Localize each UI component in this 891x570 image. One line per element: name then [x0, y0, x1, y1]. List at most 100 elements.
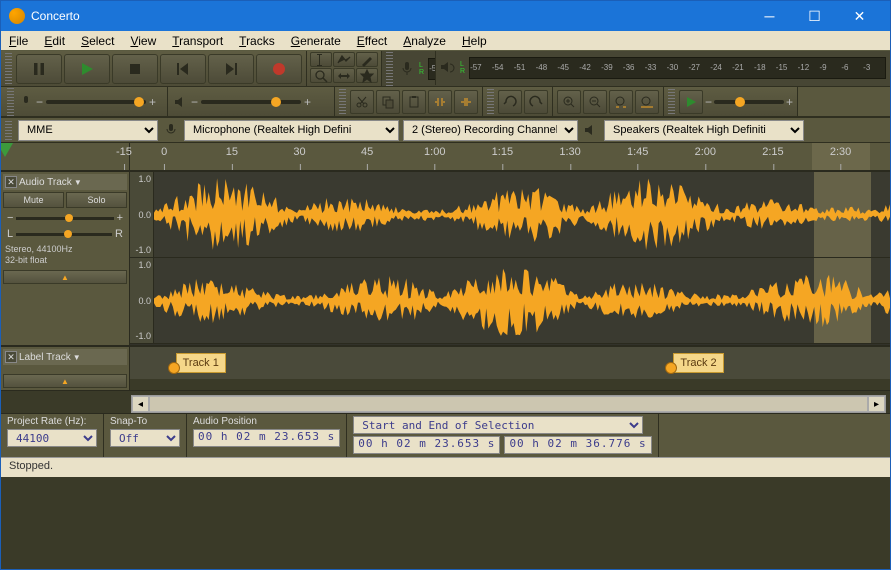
fit-project-button[interactable]	[635, 90, 659, 114]
toolbar-area: LR Click to Start Monitoring -57-54-51-4…	[1, 51, 890, 117]
menu-view[interactable]: View	[122, 32, 164, 50]
status-message: Stopped.	[9, 460, 882, 475]
selection-start-field[interactable]: 00 h 02 m 23.653 s	[353, 436, 500, 454]
timeshift-tool[interactable]	[333, 68, 355, 83]
menu-select[interactable]: Select	[73, 32, 122, 50]
selection-tool[interactable]	[310, 52, 332, 67]
maximize-button[interactable]: ☐	[792, 1, 837, 31]
toolbar-grip[interactable]	[487, 89, 494, 114]
scroll-right-button[interactable]: ▸	[868, 396, 885, 412]
track-menu-dropdown[interactable]: ▼	[73, 353, 81, 362]
menu-effect[interactable]: Effect	[349, 32, 395, 50]
multi-tool[interactable]	[356, 68, 378, 83]
menu-transport[interactable]: Transport	[164, 32, 231, 50]
draw-tool[interactable]	[356, 52, 378, 67]
toolbar-grip[interactable]	[386, 51, 393, 86]
track-area: ✕ Audio Track ▼ Mute Solo − + L R Stereo…	[1, 171, 890, 391]
play-at-speed-button[interactable]	[679, 90, 703, 114]
track-close-button[interactable]: ✕	[5, 176, 17, 188]
menu-analyze[interactable]: Analyze	[395, 32, 454, 50]
label-track-body[interactable]: Track 1 Track 2	[130, 347, 890, 379]
record-button[interactable]	[256, 54, 302, 84]
trim-button[interactable]	[428, 90, 452, 114]
menu-edit[interactable]: Edit	[36, 32, 73, 50]
toolbar-grip[interactable]	[5, 120, 12, 140]
waveform-channel-right[interactable]: 1.0 0.0 -1.0	[130, 258, 890, 344]
track-waveform-area[interactable]: 1.0 0.0 -1.0 1.0 0.0 -1.0	[130, 172, 890, 345]
close-button[interactable]: ✕	[837, 1, 882, 31]
tools-toolbar	[307, 51, 382, 86]
project-rate-select[interactable]: 44100	[7, 429, 97, 447]
transport-toolbar	[1, 51, 307, 86]
toolbar-grip[interactable]	[5, 53, 12, 84]
snap-to-select[interactable]: Off	[110, 429, 180, 447]
record-channels-select[interactable]: 2 (Stereo) Recording Channels	[403, 120, 578, 141]
meter-lr-label: LR	[419, 62, 424, 76]
track-label[interactable]: Track 2	[673, 353, 723, 373]
track-collapse-button[interactable]: ▲	[3, 270, 127, 284]
record-volume-slider[interactable]	[46, 100, 146, 104]
audio-position-field[interactable]: 00 h 02 m 23.653 s	[193, 429, 340, 447]
playback-device-select[interactable]: Speakers (Realtek High Definiti	[604, 120, 804, 141]
zoom-tool[interactable]	[310, 68, 332, 83]
track-close-button[interactable]: ✕	[5, 351, 17, 363]
app-icon	[9, 8, 25, 24]
mute-button[interactable]: Mute	[3, 192, 64, 208]
track-header[interactable]: ✕ Label Track ▼	[3, 349, 127, 365]
track-collapse-button[interactable]: ▲	[3, 374, 127, 388]
gain-slider[interactable]	[16, 217, 113, 220]
timeline-ruler[interactable]: -1501530451:001:151:301:452:002:152:302:…	[1, 143, 890, 171]
menu-help[interactable]: Help	[454, 32, 495, 50]
scrollbar-thumb[interactable]	[149, 396, 868, 412]
zoom-in-button[interactable]	[557, 90, 581, 114]
zoom-toolbar	[553, 87, 664, 116]
toolbar-grip[interactable]	[7, 87, 14, 116]
record-device-select[interactable]: Microphone (Realtek High Defini	[184, 120, 399, 141]
silence-button[interactable]	[454, 90, 478, 114]
toolbar-grip[interactable]	[668, 89, 675, 114]
undo-button[interactable]	[498, 90, 522, 114]
playback-meter[interactable]: LR -57-54-51-48-45-42-39-36-33-30-27-24-…	[435, 51, 890, 85]
undo-toolbar	[483, 87, 553, 116]
selection-type-select[interactable]: Start and End of Selection	[353, 416, 643, 434]
play-button[interactable]	[64, 54, 110, 84]
amplitude-scale: 1.0 0.0 -1.0	[130, 172, 154, 257]
redo-button[interactable]	[524, 90, 548, 114]
playback-volume-slider[interactable]	[201, 100, 301, 104]
pause-button[interactable]	[16, 54, 62, 84]
track-menu-dropdown[interactable]: ▼	[74, 178, 82, 187]
toolbar-grip[interactable]	[339, 89, 346, 114]
speed-plus: +	[786, 95, 793, 109]
zoom-out-button[interactable]	[583, 90, 607, 114]
selection-end-field[interactable]: 00 h 02 m 36.776 s	[504, 436, 651, 454]
meter-lr-label: LR	[460, 61, 465, 75]
copy-button[interactable]	[376, 90, 400, 114]
minimize-button[interactable]: ─	[747, 1, 792, 31]
menu-tracks[interactable]: Tracks	[231, 32, 283, 50]
skip-start-button[interactable]	[160, 54, 206, 84]
project-rate-label: Project Rate (Hz):	[7, 416, 97, 427]
play-speed-slider[interactable]	[714, 100, 784, 104]
scroll-left-button[interactable]: ◂	[132, 396, 149, 412]
track-name: Audio Track	[19, 177, 72, 188]
track-label[interactable]: Track 1	[176, 353, 226, 373]
menu-file[interactable]: File	[1, 32, 36, 50]
solo-button[interactable]: Solo	[66, 192, 127, 208]
playback-meter-scale[interactable]: -57-54-51-48-45-42-39-36-33-30-27-24-21-…	[469, 57, 886, 79]
paste-button[interactable]	[402, 90, 426, 114]
pan-slider[interactable]	[16, 233, 112, 236]
audio-host-select[interactable]: MME	[18, 120, 158, 141]
envelope-tool[interactable]	[333, 52, 355, 67]
skip-end-button[interactable]	[208, 54, 254, 84]
menu-generate[interactable]: Generate	[283, 32, 349, 50]
playhead-icon[interactable]	[1, 143, 13, 157]
vol-minus: −	[36, 95, 43, 109]
horizontal-scrollbar[interactable]: ◂ ▸	[131, 395, 886, 413]
status-bar: Stopped.	[1, 457, 890, 477]
cut-button[interactable]	[350, 90, 374, 114]
track-header[interactable]: ✕ Audio Track ▼	[3, 174, 127, 190]
waveform-channel-left[interactable]: 1.0 0.0 -1.0	[130, 172, 890, 258]
vol-minus: −	[191, 95, 198, 109]
stop-button[interactable]	[112, 54, 158, 84]
fit-selection-button[interactable]	[609, 90, 633, 114]
